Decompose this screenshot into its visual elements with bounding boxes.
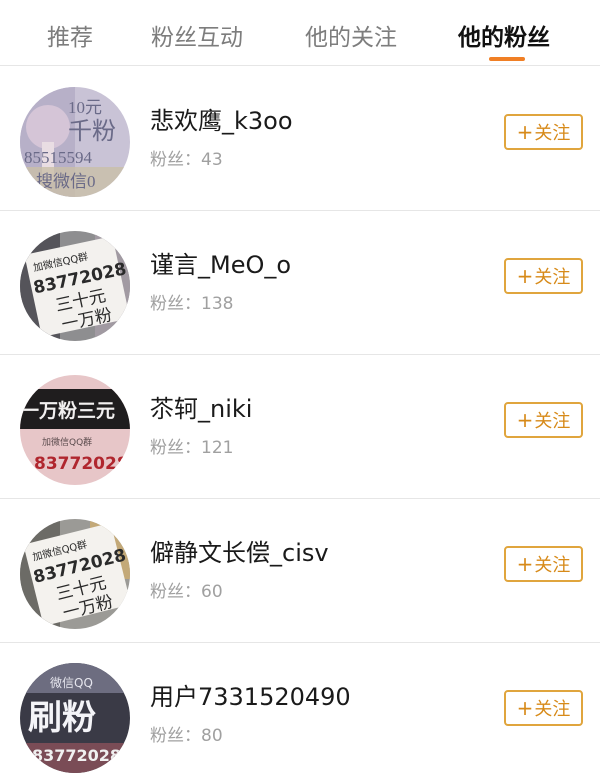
follow-label: 关注 xyxy=(534,411,571,432)
fans-count: 粉丝：60 xyxy=(150,577,223,602)
plus-icon: + xyxy=(516,408,534,432)
avatar[interactable]: 10元 千粉 85515594 搜微信0 xyxy=(20,87,130,197)
fans-label: 粉丝： xyxy=(150,294,201,314)
follow-label: 关注 xyxy=(534,699,571,720)
fans-count: 粉丝：138 xyxy=(150,289,233,314)
fans-value: 121 xyxy=(201,438,234,458)
fans-label: 粉丝： xyxy=(150,438,201,458)
tab-bar: 推荐 粉丝互动 他的关注 他的粉丝 xyxy=(0,0,600,66)
avatar-text: 搜微信0 xyxy=(36,172,96,191)
plus-icon: + xyxy=(516,552,534,576)
fans-value: 80 xyxy=(201,726,223,746)
avatar-text: 83772028 xyxy=(34,454,129,474)
follow-button[interactable]: + 关注 xyxy=(504,690,583,726)
fans-label: 粉丝： xyxy=(150,582,201,602)
plus-icon: + xyxy=(516,120,534,144)
fans-label: 粉丝： xyxy=(150,150,201,170)
fans-label: 粉丝： xyxy=(150,726,201,746)
tab-his-fans[interactable]: 他的粉丝 xyxy=(458,18,550,52)
avatar-text: 10元 xyxy=(68,98,102,117)
user-name[interactable]: 用户7331520490 xyxy=(150,677,351,712)
avatar[interactable]: 一万粉三元 加微信QQ群 83772028 xyxy=(20,375,130,485)
avatar-text: 加微信QQ群 xyxy=(42,436,92,448)
avatar-text: 83772028 xyxy=(32,746,121,765)
fans-value: 60 xyxy=(201,582,223,602)
tab-recommended[interactable]: 推荐 xyxy=(47,18,93,52)
list-item[interactable]: 一万粉三元 加微信QQ群 83772028 苶轲_niki 粉丝：121 + 关注 xyxy=(0,355,600,499)
avatar[interactable]: 微信QQ 刷粉 83772028 xyxy=(20,663,130,773)
tab-his-following[interactable]: 他的关注 xyxy=(305,18,397,52)
follow-button[interactable]: + 关注 xyxy=(504,114,583,150)
fans-value: 43 xyxy=(201,150,223,170)
follow-button[interactable]: + 关注 xyxy=(504,546,583,582)
avatar-text: 刷粉 xyxy=(28,698,96,738)
plus-icon: + xyxy=(516,264,534,288)
user-name[interactable]: 苶轲_niki xyxy=(150,389,252,424)
active-tab-indicator xyxy=(489,57,525,61)
user-name[interactable]: 僻静文长偿_cisv xyxy=(150,533,329,568)
fans-count: 粉丝：121 xyxy=(150,433,233,458)
fans-count: 粉丝：43 xyxy=(150,145,223,170)
avatar-text: 微信QQ xyxy=(50,676,93,690)
follow-button[interactable]: + 关注 xyxy=(504,402,583,438)
user-name[interactable]: 谨言_MeO_o xyxy=(150,245,291,280)
avatar[interactable]: 加微信QQ群 83772028 三十元 一万粉 xyxy=(20,519,130,629)
follow-label: 关注 xyxy=(534,555,571,576)
follow-button[interactable]: + 关注 xyxy=(504,258,583,294)
list-item[interactable]: 加微信QQ群 83772028 三十元 一万粉 僻静文长偿_cisv 粉丝：60… xyxy=(0,499,600,643)
avatar[interactable]: 加微信QQ群 83772028 三十元 一万粉 xyxy=(20,231,130,341)
follow-label: 关注 xyxy=(534,123,571,144)
list-item[interactable]: 10元 千粉 85515594 搜微信0 悲欢鹰_k3oo 粉丝：43 + 关注 xyxy=(0,67,600,211)
list-item[interactable]: 微信QQ 刷粉 83772028 用户7331520490 粉丝：80 + 关注 xyxy=(0,643,600,780)
follow-label: 关注 xyxy=(534,267,571,288)
fans-value: 138 xyxy=(201,294,234,314)
tab-fan-interaction[interactable]: 粉丝互动 xyxy=(151,18,243,52)
avatar-text: 一万粉三元 xyxy=(20,399,115,422)
plus-icon: + xyxy=(516,696,534,720)
avatar-text: 85515594 xyxy=(24,148,93,167)
user-name[interactable]: 悲欢鹰_k3oo xyxy=(150,101,293,136)
fans-count: 粉丝：80 xyxy=(150,721,223,746)
list-item[interactable]: 加微信QQ群 83772028 三十元 一万粉 谨言_MeO_o 粉丝：138 … xyxy=(0,211,600,355)
avatar-text: 千粉 xyxy=(68,118,116,145)
